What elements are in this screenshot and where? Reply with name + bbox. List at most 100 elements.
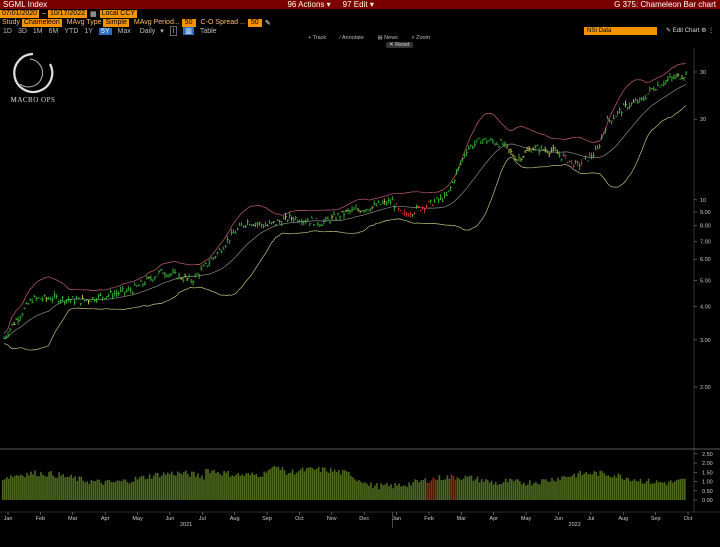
volume-bar	[635, 481, 638, 500]
volume-bar	[118, 480, 121, 500]
volume-bar	[492, 484, 495, 500]
volume-bar	[621, 478, 624, 500]
volume-bar	[303, 471, 306, 500]
volume-bar	[677, 479, 680, 500]
volume-bar	[179, 472, 181, 500]
volume-bar	[637, 481, 640, 500]
volume-bar	[442, 480, 445, 500]
volume-bar	[416, 479, 419, 500]
lower-tick-label: 0.50	[702, 489, 713, 495]
volume-bar	[432, 477, 435, 500]
volume-bar	[62, 474, 64, 500]
volume-bar	[368, 485, 370, 500]
lower-tick-label: 0.00	[702, 498, 713, 504]
volume-bar	[255, 474, 258, 500]
volume-bar	[229, 476, 231, 500]
volume-bar	[543, 479, 545, 500]
volume-bar	[567, 476, 569, 500]
volume-bar	[335, 471, 338, 500]
volume-bar	[86, 481, 89, 500]
volume-bar	[40, 471, 42, 500]
volume-bar	[213, 469, 215, 500]
volume-bar	[22, 475, 24, 500]
volume-bar	[575, 477, 577, 500]
volume-bar	[569, 476, 571, 500]
volume-bar	[440, 479, 443, 500]
volume-bar	[257, 477, 260, 500]
volume-bar	[643, 483, 646, 500]
volume-bar	[663, 482, 666, 500]
volume-bar	[333, 469, 336, 500]
volume-bar	[667, 481, 670, 500]
volume-bar	[299, 469, 302, 500]
volume-bar	[337, 470, 340, 500]
volume-bar	[243, 475, 246, 500]
volume-bar	[462, 478, 465, 500]
volume-bar	[64, 477, 66, 500]
volume-bar	[388, 486, 390, 500]
volume-bar	[605, 475, 608, 500]
volume-bar	[486, 479, 489, 500]
volume-bar	[84, 482, 87, 500]
volume-bar	[535, 482, 537, 500]
volume-bar	[305, 468, 308, 500]
volume-bar	[28, 475, 30, 500]
volume-bar	[545, 479, 547, 500]
volume-bar	[20, 474, 22, 500]
volume-bar	[269, 468, 272, 500]
volume-bar	[573, 473, 575, 500]
volume-bar	[309, 467, 312, 500]
volume-bar	[587, 473, 590, 500]
volume-bar	[464, 475, 467, 500]
volume-bar	[203, 479, 205, 500]
volume-bar	[331, 471, 334, 500]
volume-bar	[527, 484, 529, 500]
volume-bar	[88, 483, 91, 500]
volume-bar	[384, 484, 386, 500]
volume-bar	[78, 476, 81, 500]
volume-bar	[126, 482, 129, 500]
volume-bar	[193, 471, 195, 500]
volume-bar	[617, 473, 620, 500]
volume-bar	[317, 466, 320, 500]
volume-bar	[649, 483, 652, 500]
volume-bar	[679, 478, 682, 500]
volume-bar	[301, 467, 304, 500]
volume-bar	[362, 483, 364, 500]
price-chart[interactable]: 30 20 10 9.00 8.00 7.00 6.00 5.00 4.00 3.00 2.00 2.…	[0, 0, 720, 547]
volume-bar	[655, 480, 658, 500]
x-month-label: Aug	[618, 516, 628, 522]
volume-bar	[374, 485, 376, 500]
volume-bar	[142, 475, 145, 500]
volume-bar	[144, 479, 147, 500]
volume-bar	[241, 474, 243, 500]
volume-bar	[100, 482, 103, 500]
volume-bar	[293, 474, 296, 500]
volume-bar	[641, 483, 644, 500]
volume-bar	[339, 474, 342, 500]
volume-bar	[500, 483, 503, 500]
volume-bar	[209, 473, 211, 500]
volume-bar	[44, 476, 46, 500]
volume-bar	[90, 480, 93, 500]
volume-bar	[136, 479, 139, 500]
x-month-label: Mar	[68, 516, 78, 522]
volume-bar	[223, 470, 225, 500]
volume-bar	[32, 474, 34, 500]
volume-bar	[480, 479, 483, 500]
volume-bar	[199, 477, 201, 500]
volume-bar	[2, 480, 4, 500]
volume-bar	[68, 476, 70, 500]
volume-bar	[613, 475, 616, 500]
volume-bar	[80, 476, 83, 500]
volume-bar	[470, 475, 473, 500]
volume-bar	[297, 471, 300, 500]
volume-bar	[66, 476, 68, 500]
volume-bar	[629, 481, 632, 500]
x-month-label: Jan	[4, 516, 13, 522]
volume-bar	[291, 469, 294, 500]
volume-bar	[537, 484, 539, 500]
volume-bar	[541, 479, 543, 500]
volume-bar	[402, 485, 404, 500]
volume-bar	[625, 477, 628, 500]
